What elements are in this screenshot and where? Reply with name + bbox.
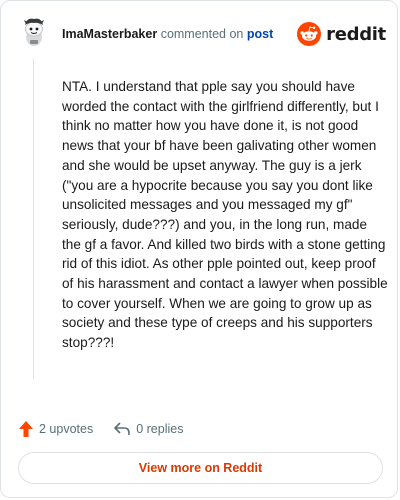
upvote-button[interactable]: 2 upvotes <box>18 420 93 438</box>
reddit-wordmark: reddit <box>326 23 386 45</box>
username-link[interactable]: ImaMasterbaker <box>62 27 157 41</box>
comment-body: NTA. I understand that pple say you shou… <box>62 79 388 351</box>
replies-button[interactable]: 0 replies <box>113 421 183 437</box>
user-avatar[interactable] <box>16 15 52 51</box>
comment-header: ImaMasterbaker commented on post reddit <box>16 15 386 55</box>
view-more-button[interactable]: View more on Reddit <box>18 452 383 484</box>
comment-meta: ImaMasterbaker commented on post <box>62 27 273 41</box>
reply-count: 0 replies <box>136 422 184 436</box>
comment-action-text: commented on <box>160 27 244 41</box>
snoo-avatar-icon <box>17 16 51 50</box>
upvote-count: 2 upvotes <box>39 422 94 436</box>
thread-line <box>33 59 34 379</box>
post-link[interactable]: post <box>247 27 273 41</box>
upvote-arrow-icon <box>19 421 33 437</box>
reddit-brand[interactable]: reddit <box>297 21 386 47</box>
embedded-comment-card: ImaMasterbaker commented on post reddit … <box>0 0 398 498</box>
comment-actions: 2 upvotes 0 replies <box>18 419 183 439</box>
reply-arrow-icon <box>114 422 131 435</box>
reddit-logo-icon <box>297 22 322 46</box>
